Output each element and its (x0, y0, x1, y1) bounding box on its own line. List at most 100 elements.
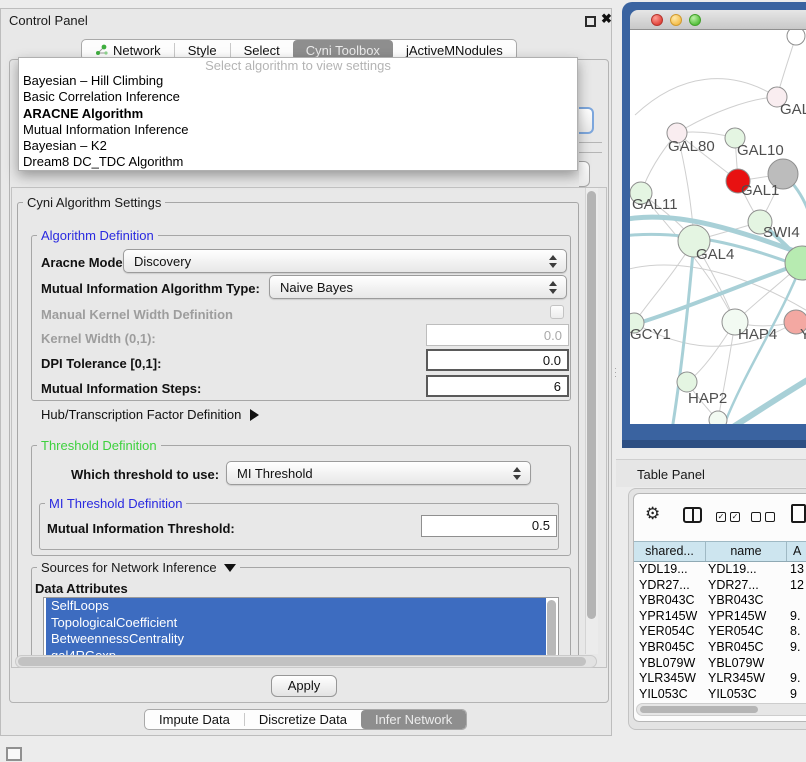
list-item[interactable]: BetweennessCentrality (46, 631, 546, 648)
mi-threshold-field[interactable]: 0.5 (421, 515, 557, 537)
dpi-tolerance-field[interactable]: 0.0 (426, 349, 569, 371)
dropdown-item[interactable]: Mutual Information Inference (19, 122, 577, 138)
mi-steps-field[interactable]: 6 (426, 375, 569, 397)
table-header-row: shared... name A (634, 541, 806, 562)
table-row[interactable]: YBL079WYBL079W (634, 656, 806, 672)
table-row[interactable]: YIL053CYIL053C9 (634, 687, 806, 703)
checked-box-icon: ✓ (730, 512, 740, 522)
select-all-checkboxes-icon[interactable]: ✓ ✓ (716, 512, 740, 522)
dock-panel-icon[interactable] (6, 747, 22, 761)
table-row[interactable]: YER054CYER054C8. (634, 624, 806, 640)
node-unlabeled[interactable] (709, 411, 727, 424)
hidden-combo-fragment (579, 107, 594, 134)
which-threshold-label: Which threshold to use: (71, 467, 219, 482)
aracne-mode-combo[interactable]: Discovery (123, 249, 567, 273)
dropdown-item[interactable]: Bayesian – Hill Climbing (19, 73, 577, 89)
tab-impute-data[interactable]: Impute Data (145, 710, 244, 729)
cell: YDR27... (634, 578, 706, 594)
node-unlabeled[interactable] (787, 30, 805, 45)
manual-kernel-checkbox[interactable] (550, 305, 564, 319)
node-label: GAL11 (632, 196, 678, 213)
table-row[interactable]: YPR145WYPR145W9. (634, 609, 806, 625)
tab-infer-network[interactable]: Infer Network (361, 710, 466, 729)
close-traffic-light-icon[interactable] (651, 14, 663, 26)
table-row[interactable]: YLR345WYLR345W9. (634, 671, 806, 687)
split-columns-icon[interactable] (683, 507, 702, 523)
dpi-tolerance-label: DPI Tolerance [0,1]: (41, 356, 161, 371)
cell: 9. (787, 609, 806, 625)
network-icon (95, 44, 108, 56)
node-label: GAL10 (737, 142, 784, 159)
node-label: HAP2 (688, 390, 727, 407)
column-header[interactable]: A (787, 542, 806, 561)
screen: Control Panel ✖ Network Style Select Cyn… (0, 0, 806, 762)
mi-type-label: Mutual Information Algorithm Type: (41, 281, 260, 296)
sources-section-toggle[interactable]: Sources for Network Inference (37, 560, 240, 575)
table-row[interactable]: YDL19...YDL19...13 (634, 562, 806, 578)
column-header[interactable]: name (706, 542, 787, 561)
scrollbar-thumb[interactable] (640, 706, 758, 713)
table-horizontal-scrollbar[interactable] (636, 703, 806, 716)
group-title: Threshold Definition (37, 438, 161, 453)
node-hap2[interactable] (677, 372, 697, 392)
list-item[interactable]: TopologicalCoefficient (46, 615, 546, 632)
field-value: 6 (554, 379, 561, 394)
dropdown-item[interactable]: Dream8 DC_TDC Algorithm (19, 154, 577, 170)
combo-value: Discovery (134, 254, 191, 269)
tab-label: jActiveMNodules (406, 43, 503, 58)
float-window-icon[interactable] (585, 16, 596, 27)
expand-arrow-icon (250, 409, 259, 421)
node-label: Y (800, 326, 806, 343)
tab-label: Style (188, 43, 217, 58)
mi-type-combo[interactable]: Naive Bayes (269, 275, 567, 299)
cell: YER054C (634, 624, 706, 640)
network-canvas[interactable]: GAL GAL80 GAL10 GAL1 GAL11 SWI4 GAL4 GCY… (630, 30, 806, 424)
zoom-traffic-light-icon[interactable] (689, 14, 701, 26)
new-table-icon[interactable] (791, 504, 806, 523)
list-item[interactable]: SelfLoops (46, 598, 546, 615)
horizontal-scrollbar-thumb[interactable] (18, 657, 586, 666)
minimize-traffic-light-icon[interactable] (670, 14, 682, 26)
group-title: MI Threshold Definition (45, 496, 186, 511)
node-label: GAL (780, 101, 806, 118)
tab-label: Infer Network (375, 712, 452, 727)
cell: YPR145W (706, 609, 787, 625)
window-titlebar[interactable] (630, 10, 806, 30)
panel-title: Control Panel (9, 13, 88, 28)
hidden-combo-fragment (579, 161, 590, 187)
gear-icon[interactable]: ⚙ (645, 504, 660, 524)
panel-divider-grip[interactable]: ··· (614, 366, 618, 378)
cell: YDR27... (706, 578, 787, 594)
cell: YIL053C (706, 687, 787, 703)
data-attributes-list[interactable]: SelfLoops TopologicalCoefficient Between… (43, 597, 559, 660)
column-header[interactable]: shared... (634, 542, 706, 561)
dropdown-item[interactable]: Basic Correlation Inference (19, 89, 577, 105)
dropdown-item-selected[interactable]: ARACNE Algorithm (19, 106, 577, 122)
cell: 9. (787, 671, 806, 687)
table-row[interactable]: YDR27...YDR27...12 (634, 578, 806, 594)
combo-arrows-icon (549, 255, 557, 268)
data-attributes-label: Data Attributes (35, 581, 128, 596)
hub-factor-section-toggle[interactable]: Hub/Transcription Factor Definition (41, 407, 259, 422)
network-view-window: GAL GAL80 GAL10 GAL1 GAL11 SWI4 GAL4 GCY… (622, 2, 806, 448)
list-scrollbar[interactable] (547, 600, 556, 658)
table-row[interactable]: YBR045CYBR045C9. (634, 640, 806, 656)
apply-button[interactable]: Apply (271, 675, 337, 697)
algorithm-dropdown-popup: Select algorithm to view settings Bayesi… (18, 57, 578, 171)
tab-discretize-data[interactable]: Discretize Data (245, 710, 361, 729)
tab-label: Network (113, 43, 161, 58)
cell: YPR145W (634, 609, 706, 625)
which-threshold-combo[interactable]: MI Threshold (226, 461, 531, 485)
deselect-all-checkboxes-icon[interactable] (751, 512, 775, 522)
vertical-scrollbar-thumb[interactable] (587, 191, 596, 619)
combo-value: MI Threshold (237, 466, 313, 481)
close-icon[interactable]: ✖ (601, 11, 612, 27)
table-panel-box: ⚙ ✓ ✓ shared... name A YDL19...YDL19...1… (633, 493, 806, 722)
dropdown-item[interactable]: Bayesian – K2 (19, 138, 577, 154)
table-row[interactable]: YBR043CYBR043C (634, 593, 806, 609)
cell: YBR045C (634, 640, 706, 656)
field-value: 0.0 (544, 328, 562, 343)
table-panel-header: Table Panel (616, 459, 806, 487)
combo-arrows-icon (549, 281, 557, 294)
combo-arrows-icon (513, 467, 521, 480)
